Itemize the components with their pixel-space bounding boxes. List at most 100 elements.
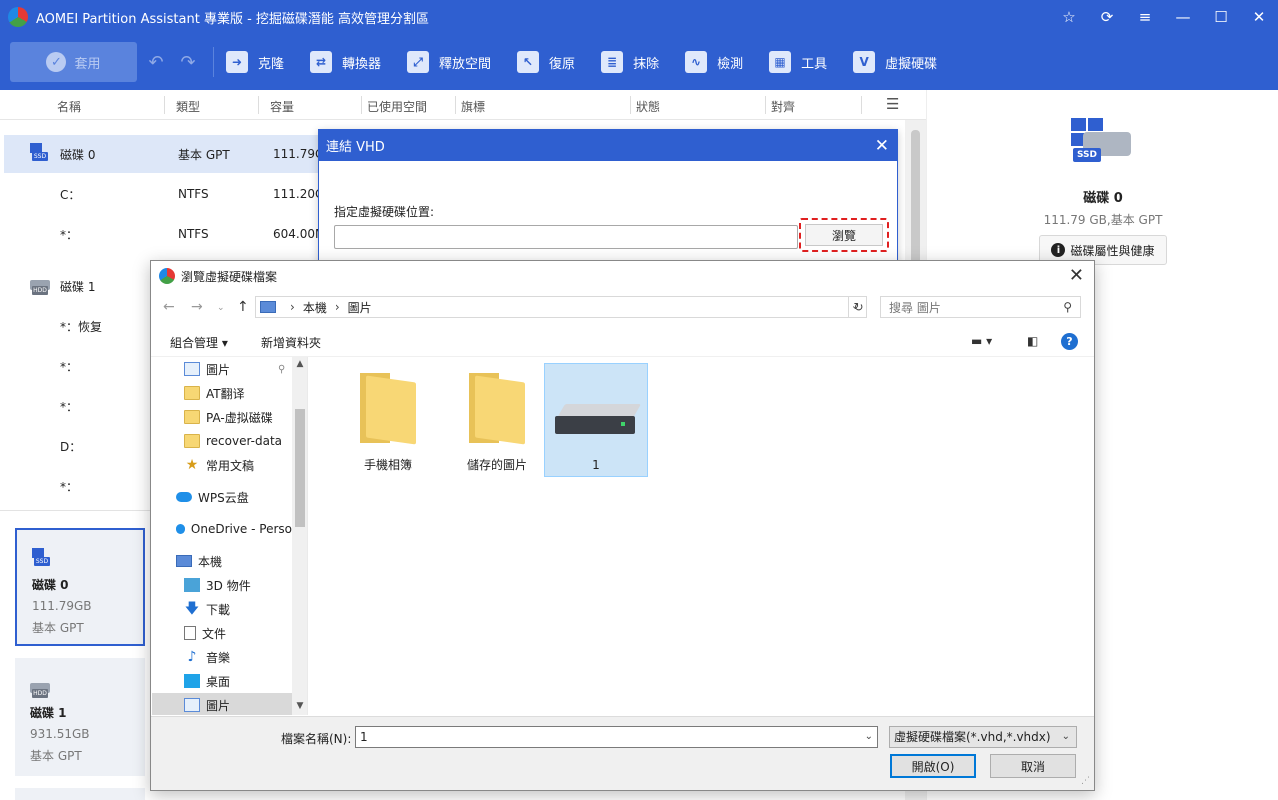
converter-button[interactable]: ⇄ 轉換器 bbox=[310, 51, 381, 73]
file-item[interactable]: 手機相簿 bbox=[336, 363, 440, 477]
table-row[interactable]: C： NTFS 111.20G bbox=[4, 175, 324, 213]
resize-grip-icon[interactable]: ⋰ bbox=[1081, 776, 1090, 786]
disk-card[interactable]: SSD 磁碟 0 111.79GB 基本 GPT bbox=[15, 528, 145, 646]
pulse-icon: ∿ bbox=[685, 51, 708, 73]
nav-item-favorites[interactable]: ★ 常用文稿 bbox=[152, 453, 292, 477]
file-item[interactable]: 儲存的圖片 bbox=[445, 363, 549, 477]
col-divider bbox=[164, 96, 165, 114]
breadcrumb-item[interactable]: 本機 bbox=[303, 299, 327, 316]
table-row[interactable]: SSD 磁碟 0 基本 GPT 111.79G bbox=[4, 135, 324, 173]
filetype-select[interactable]: 虛擬硬碟檔案(*.vhd,*.vhdx) ⌄ bbox=[889, 726, 1077, 748]
cancel-button[interactable]: 取消 bbox=[990, 754, 1076, 778]
tools-button[interactable]: ▦ 工具 bbox=[769, 51, 827, 73]
organize-button[interactable]: 組合管理 ▾ bbox=[170, 334, 228, 351]
preview-pane-icon[interactable]: ◧ bbox=[1027, 334, 1038, 348]
nav-item-pictures[interactable]: 圖片 bbox=[152, 693, 292, 715]
col-flag[interactable]: 旗標 bbox=[461, 98, 485, 115]
refresh-icon[interactable]: ⟳ bbox=[1088, 0, 1126, 34]
recent-dropdown-icon[interactable]: ⌄ bbox=[217, 303, 225, 313]
table-row[interactable]: *： NTFS 604.00M bbox=[4, 215, 325, 253]
forward-arrow-icon[interactable]: → bbox=[191, 299, 203, 315]
check-label: 檢測 bbox=[717, 56, 744, 72]
redo-icon[interactable]: ↷ bbox=[175, 52, 201, 73]
filename-label: 檔案名稱(N): bbox=[281, 732, 352, 746]
disk-card[interactable] bbox=[15, 788, 145, 800]
recover-button[interactable]: ↖ 復原 bbox=[517, 51, 575, 73]
card-type: 基本 GPT bbox=[30, 749, 82, 763]
cloud-icon bbox=[176, 524, 185, 534]
row-type: NTFS bbox=[178, 187, 209, 201]
nav-item-3d-objects[interactable]: 3D 物件 bbox=[152, 573, 292, 597]
ssd-disk-icon: SSD bbox=[32, 548, 56, 568]
vhd-path-input[interactable] bbox=[334, 225, 798, 249]
nav-label: 3D 物件 bbox=[206, 578, 251, 593]
close-button[interactable]: ✕ bbox=[1240, 0, 1278, 34]
nav-item-desktop[interactable]: 桌面 bbox=[152, 669, 292, 693]
scrollbar[interactable]: ▲ ▼ bbox=[292, 357, 307, 715]
scrollbar-thumb[interactable] bbox=[295, 409, 305, 527]
nav-item-folder[interactable]: AT翻译 bbox=[152, 381, 292, 405]
new-folder-button[interactable]: 新增資料夾 bbox=[261, 334, 321, 351]
browse-button[interactable]: 瀏覽 bbox=[805, 224, 883, 246]
nav-item-documents[interactable]: 文件 bbox=[152, 621, 292, 645]
tools-label: 工具 bbox=[801, 56, 828, 72]
col-used[interactable]: 已使用空間 bbox=[367, 98, 427, 115]
expand-icon: ⤢ bbox=[407, 51, 430, 73]
row-name: 磁碟 0 bbox=[60, 147, 96, 162]
filename-input[interactable]: 1 ⌄ bbox=[355, 726, 878, 748]
file-name: 手機相簿 bbox=[363, 458, 412, 472]
scroll-up-icon[interactable]: ▲ bbox=[292, 359, 307, 369]
nav-item-wps-cloud[interactable]: WPS云盘 bbox=[152, 485, 292, 509]
undo-icon[interactable]: ↶ bbox=[143, 52, 169, 73]
open-button[interactable]: 開啟(O) bbox=[890, 754, 976, 778]
view-options-icon[interactable]: ▬ ▾ bbox=[971, 334, 992, 348]
col-name[interactable]: 名稱 bbox=[57, 98, 81, 115]
breadcrumb-item[interactable]: 圖片 bbox=[348, 299, 372, 316]
folder-icon bbox=[184, 410, 200, 424]
nav-item-pictures-quick[interactable]: 圖片 ⚲ bbox=[152, 357, 292, 381]
nav-item-folder[interactable]: recover-data bbox=[152, 429, 292, 453]
folder-icon bbox=[184, 434, 200, 448]
wipe-button[interactable]: ≣ 抹除 bbox=[601, 51, 659, 73]
check-button[interactable]: ∿ 檢測 bbox=[685, 51, 743, 73]
minimize-button[interactable]: — bbox=[1164, 0, 1202, 34]
maximize-button[interactable]: ☐ bbox=[1202, 0, 1240, 34]
search-input[interactable]: 搜尋 圖片 ⚲ bbox=[880, 296, 1081, 318]
nav-item-music[interactable]: ♪ 音樂 bbox=[152, 645, 292, 669]
scroll-down-icon[interactable]: ▼ bbox=[292, 701, 307, 711]
filename-value: 1 bbox=[360, 730, 368, 744]
search-placeholder: 搜尋 圖片 bbox=[889, 300, 941, 315]
nav-item-this-pc[interactable]: 本機 bbox=[152, 549, 292, 573]
file-item[interactable]: 1 bbox=[544, 363, 648, 477]
close-icon[interactable]: ✕ bbox=[1069, 265, 1084, 286]
back-arrow-icon[interactable]: ← bbox=[163, 299, 175, 315]
column-settings-icon[interactable]: ☰ bbox=[886, 95, 899, 113]
address-bar[interactable]: › 本機 › 圖片 ⌄ bbox=[255, 296, 867, 318]
col-capacity[interactable]: 容量 bbox=[270, 98, 294, 115]
ssd-disk-icon: SSD bbox=[1071, 118, 1131, 174]
close-icon[interactable]: ✕ bbox=[875, 136, 889, 156]
chevron-down-icon[interactable]: ⌄ bbox=[865, 727, 873, 747]
up-arrow-icon[interactable]: ↑ bbox=[237, 299, 249, 315]
star-icon[interactable]: ☆ bbox=[1050, 0, 1088, 34]
nav-item-downloads[interactable]: 🡇 下載 bbox=[152, 597, 292, 621]
check-icon: ✓ bbox=[46, 52, 67, 72]
main-toolbar: ✓ 套用 ↶ ↷ ➜ 克隆 ⇄ 轉換器 ⤢ 釋放空間 ↖ 復原 ≣ 抹除 ∿ 檢測 ▦ 工具 … bbox=[0, 34, 1278, 90]
apply-button[interactable]: ✓ 套用 bbox=[10, 42, 137, 82]
disk-card[interactable]: HDD 磁碟 1 931.51GB 基本 GPT bbox=[15, 658, 145, 776]
free-space-button[interactable]: ⤢ 釋放空間 bbox=[407, 51, 491, 73]
hdd-disk-icon: HDD bbox=[30, 676, 54, 698]
row-name: C： bbox=[60, 187, 81, 202]
col-align[interactable]: 對齊 bbox=[771, 98, 795, 115]
nav-item-folder[interactable]: PA-虚拟磁碟 bbox=[152, 405, 292, 429]
refresh-icon[interactable]: ↻ bbox=[848, 296, 868, 318]
col-type[interactable]: 類型 bbox=[176, 98, 200, 115]
nav-item-onedrive[interactable]: OneDrive - Perso bbox=[152, 517, 292, 541]
col-status[interactable]: 狀態 bbox=[636, 98, 660, 115]
menu-icon[interactable]: ≡ bbox=[1126, 0, 1164, 34]
virtual-disk-button[interactable]: V 虛擬硬碟 bbox=[853, 51, 937, 73]
wipe-label: 抹除 bbox=[633, 56, 660, 72]
help-icon[interactable]: ? bbox=[1061, 333, 1078, 350]
card-name: 磁碟 1 bbox=[30, 706, 67, 720]
clone-button[interactable]: ➜ 克隆 bbox=[226, 51, 284, 73]
